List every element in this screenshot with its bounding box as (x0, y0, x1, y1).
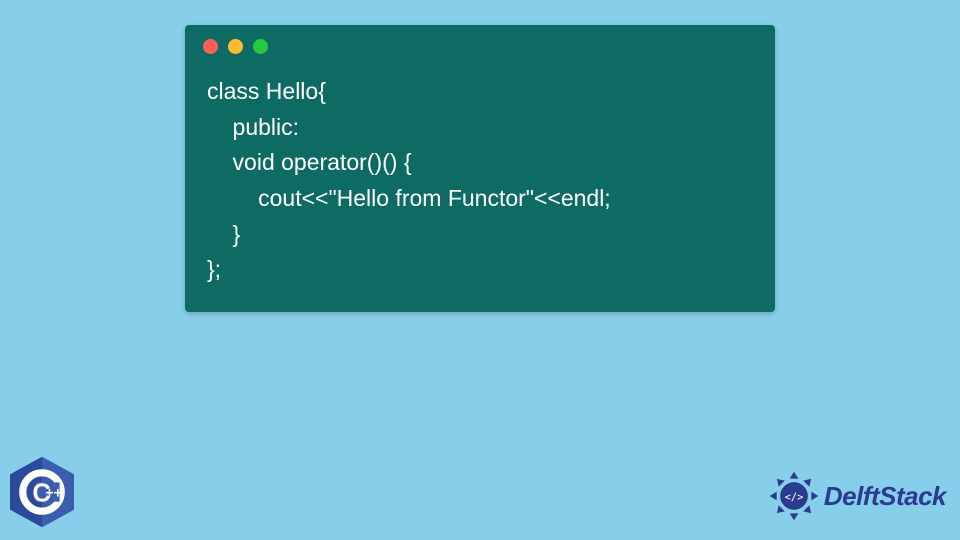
close-icon[interactable] (203, 39, 218, 54)
maximize-icon[interactable] (253, 39, 268, 54)
code-body: class Hello{ public: void operator()() {… (185, 60, 775, 296)
code-window: class Hello{ public: void operator()() {… (185, 25, 775, 312)
minimize-icon[interactable] (228, 39, 243, 54)
code-line: void operator()() { (207, 149, 412, 175)
code-line: cout<<"Hello from Functor"<<endl; (207, 185, 611, 211)
delftstack-name: DelftStack (824, 481, 946, 512)
window-titlebar (185, 25, 775, 60)
code-line: class Hello{ (207, 78, 326, 104)
code-line: } (207, 221, 240, 247)
code-line: }; (207, 256, 221, 282)
code-line: public: (207, 114, 299, 140)
delftstack-medallion-icon: </> (768, 470, 820, 522)
delftstack-logo: </> DelftStack (768, 470, 946, 522)
svg-text:C: C (32, 480, 50, 508)
cpp-language-icon: ++ C (2, 452, 82, 532)
svg-text:</>: </> (784, 491, 803, 503)
